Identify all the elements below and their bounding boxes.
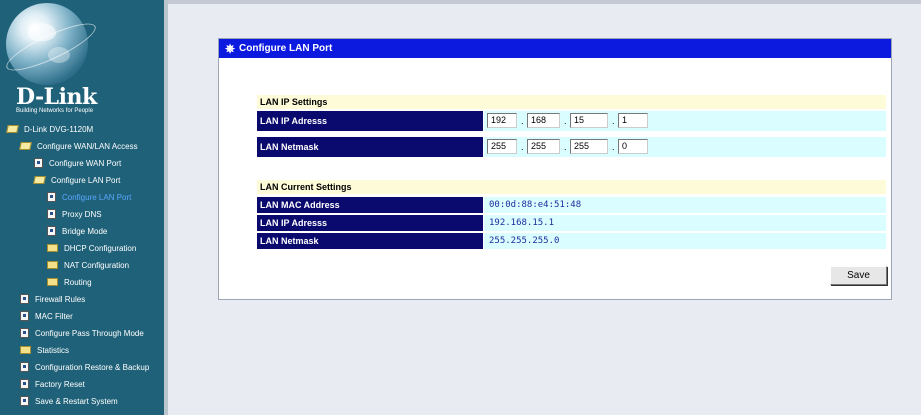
sidebar-item-label: DHCP Configuration — [64, 244, 137, 253]
sidebar-item-label: D-Link DVG-1120M — [24, 125, 94, 134]
sidebar-item-dhcp-configuration[interactable]: DHCP Configuration — [47, 240, 136, 257]
current-mac-value: 00:0d:88:e4:51:48 — [484, 197, 886, 213]
panel-header: ✵ Configure LAN Port — [219, 39, 891, 58]
sidebar-item-label: Routing — [64, 278, 92, 287]
page-title: Configure LAN Port — [239, 43, 333, 54]
folder-icon — [47, 243, 58, 252]
lan-ip-address-label: LAN IP Adresss — [257, 111, 483, 131]
page-icon — [34, 157, 43, 168]
configure-lan-port-panel: ✵ Configure LAN Port LAN IP Settings LAN… — [218, 38, 892, 300]
page-icon — [20, 293, 29, 304]
current-mac-label: LAN MAC Address — [257, 197, 483, 213]
mask-octet-1-input[interactable]: 255 — [487, 139, 517, 154]
mask-separator: . — [612, 142, 615, 152]
current-netmask-row: LAN Netmask 255.255.255.0 — [257, 233, 886, 249]
folder-open-icon — [33, 175, 46, 184]
sidebar-item-configure-lan-port-folder[interactable]: Configure LAN Port — [33, 172, 121, 189]
sidebar-item-routing[interactable]: Routing — [47, 274, 92, 291]
sidebar: D-Link Building Networks for People D-Li… — [0, 0, 164, 415]
sidebar-item-label: Configuration Restore & Backup — [35, 363, 150, 372]
sidebar-item-device[interactable]: D-Link DVG-1120M — [6, 121, 94, 138]
save-button[interactable]: Save — [830, 266, 887, 285]
page-icon — [20, 361, 29, 372]
lan-current-settings-heading: LAN Current Settings — [257, 180, 886, 194]
ip-octet-3-input[interactable]: 15 — [570, 113, 608, 128]
top-divider — [168, 0, 921, 4]
folder-icon — [47, 260, 58, 269]
sidebar-item-configure-wan-port[interactable]: Configure WAN Port — [34, 155, 121, 172]
lan-netmask-row: LAN Netmask 255 . 255 . 255 . 0 — [257, 137, 886, 157]
sidebar-item-bridge-mode[interactable]: Bridge Mode — [47, 223, 107, 240]
current-mac-row: LAN MAC Address 00:0d:88:e4:51:48 — [257, 197, 886, 213]
sidebar-item-label: Statistics — [37, 346, 70, 355]
sidebar-item-pass-through-mode[interactable]: Configure Pass Through Mode — [20, 325, 144, 342]
sidebar-item-label: Firewall Rules — [35, 295, 86, 304]
sidebar-item-proxy-dns[interactable]: Proxy DNS — [47, 206, 102, 223]
current-ip-value: 192.168.15.1 — [484, 215, 886, 231]
brand-name: D-Link — [16, 84, 97, 110]
sidebar-item-label: MAC Filter — [35, 312, 73, 321]
folder-open-icon — [19, 141, 32, 150]
sidebar-item-label: Configure WAN Port — [49, 159, 122, 168]
mask-separator: . — [564, 142, 567, 152]
page-icon — [20, 327, 29, 338]
ip-separator: . — [564, 116, 567, 126]
sidebar-item-label: Configure LAN Port — [51, 176, 121, 185]
sidebar-item-label: Configure LAN Port — [62, 193, 132, 202]
current-netmask-label: LAN Netmask — [257, 233, 483, 249]
sidebar-item-nat-configuration[interactable]: NAT Configuration — [47, 257, 129, 274]
mask-octet-4-input[interactable]: 0 — [618, 139, 648, 154]
page-icon — [20, 395, 29, 406]
gear-icon: ✵ — [225, 42, 236, 56]
page-icon — [47, 225, 56, 236]
lan-ip-address-value: 192 . 168 . 15 . 1 — [484, 111, 886, 131]
page-icon — [47, 191, 56, 202]
sidebar-item-label: Save & Restart System — [35, 397, 118, 406]
ip-separator: . — [521, 116, 524, 126]
sidebar-item-statistics[interactable]: Statistics — [20, 342, 69, 359]
lan-ip-settings-heading: LAN IP Settings — [257, 95, 886, 109]
ip-octet-4-input[interactable]: 1 — [618, 113, 648, 128]
sidebar-item-label: Configure WAN/LAN Access — [37, 142, 138, 151]
current-ip-label: LAN IP Adresss — [257, 215, 483, 231]
main-content: ✵ Configure LAN Port LAN IP Settings LAN… — [168, 0, 921, 415]
page-icon — [20, 310, 29, 321]
sidebar-item-label: Proxy DNS — [62, 210, 102, 219]
folder-icon — [47, 277, 58, 286]
lan-netmask-label: LAN Netmask — [257, 137, 483, 157]
mask-octet-2-input[interactable]: 255 — [527, 139, 560, 154]
sidebar-item-restore-backup[interactable]: Configuration Restore & Backup — [20, 359, 149, 376]
sidebar-item-factory-reset[interactable]: Factory Reset — [20, 376, 85, 393]
current-netmask-value: 255.255.255.0 — [484, 233, 886, 249]
lan-ip-address-row: LAN IP Adresss 192 . 168 . 15 . 1 — [257, 111, 886, 131]
lan-netmask-value: 255 . 255 . 255 . 0 — [484, 137, 886, 157]
current-ip-row: LAN IP Adresss 192.168.15.1 — [257, 215, 886, 231]
sidebar-item-mac-filter[interactable]: MAC Filter — [20, 308, 73, 325]
sidebar-item-label: Configure Pass Through Mode — [35, 329, 144, 338]
brand-tagline: Building Networks for People — [16, 108, 94, 114]
sidebar-item-label: Factory Reset — [35, 380, 85, 389]
page-icon — [47, 208, 56, 219]
folder-icon — [20, 345, 31, 354]
sidebar-item-label: Bridge Mode — [62, 227, 108, 236]
mask-octet-3-input[interactable]: 255 — [570, 139, 608, 154]
sidebar-item-firewall-rules[interactable]: Firewall Rules — [20, 291, 85, 308]
folder-open-icon — [6, 124, 19, 133]
sidebar-item-save-restart[interactable]: Save & Restart System — [20, 393, 118, 410]
mask-separator: . — [521, 142, 524, 152]
ip-octet-2-input[interactable]: 168 — [527, 113, 560, 128]
sidebar-item-configure-lan-port[interactable]: Configure LAN Port — [47, 189, 131, 206]
sidebar-item-wan-lan-access[interactable]: Configure WAN/LAN Access — [19, 138, 138, 155]
logo: D-Link Building Networks for People — [0, 0, 164, 120]
ip-octet-1-input[interactable]: 192 — [487, 113, 517, 128]
globe-icon — [1, 3, 101, 85]
page-icon — [20, 378, 29, 389]
ip-separator: . — [612, 116, 615, 126]
sidebar-item-label: NAT Configuration — [64, 261, 130, 270]
